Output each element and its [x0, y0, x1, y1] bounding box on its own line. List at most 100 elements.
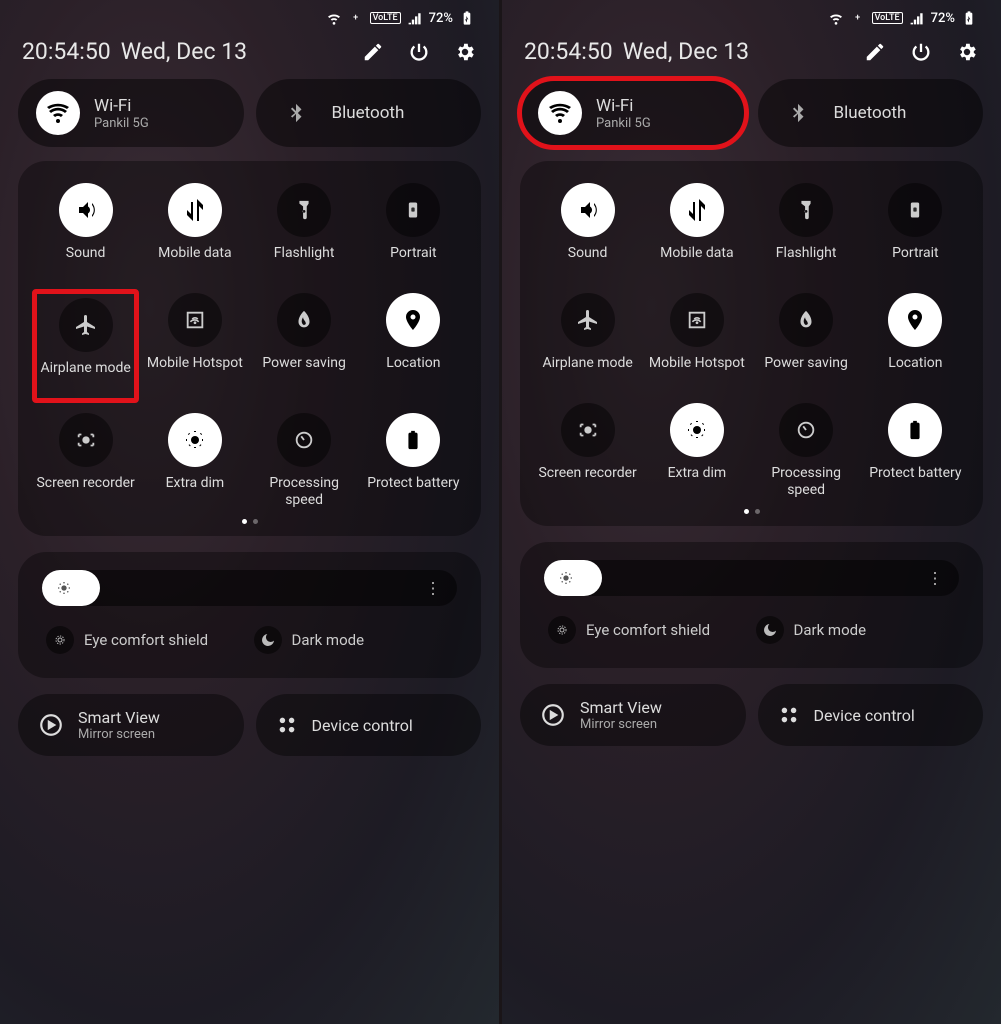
smart-view-button[interactable]: Smart View Mirror screen — [520, 684, 746, 746]
mobile-data-tile[interactable]: Mobile data — [645, 183, 748, 279]
screen-recorder-tile[interactable]: Screen recorder — [34, 413, 137, 509]
bluetooth-toggle[interactable]: Bluetooth — [758, 79, 984, 147]
eye-comfort-icon — [46, 626, 74, 654]
page-indicator — [34, 519, 465, 524]
device-control-title: Device control — [814, 706, 915, 725]
extra-dim-label: Extra dim — [166, 475, 225, 509]
protect-battery-tile[interactable]: Protect battery — [864, 403, 967, 499]
header-row: 20:54:50 Wed, Dec 13 — [22, 38, 477, 65]
power-icon[interactable] — [909, 40, 933, 64]
eye-comfort-toggle[interactable]: Eye comfort shield — [544, 610, 752, 650]
protect-battery-tile[interactable]: Protect battery — [362, 413, 465, 509]
flashlight-icon — [277, 183, 331, 237]
device-control-button[interactable]: Device control — [758, 684, 984, 746]
wifi-subtitle: Pankil 5G — [94, 116, 149, 131]
hotspot-label: Mobile Hotspot — [649, 355, 745, 389]
clock-date: Wed, Dec 13 — [121, 38, 361, 65]
airplane-mode-tile[interactable]: Airplane mode — [32, 289, 139, 403]
power-saving-icon — [779, 293, 833, 347]
smart-view-button[interactable]: Smart View Mirror screen — [18, 694, 244, 756]
extra-dim-icon — [168, 413, 222, 467]
wifi-status-icon — [828, 10, 844, 26]
portrait-tile[interactable]: Portrait — [864, 183, 967, 279]
edit-icon[interactable] — [361, 40, 385, 64]
flashlight-label: Flashlight — [274, 245, 335, 279]
bluetooth-toggle[interactable]: Bluetooth — [256, 79, 482, 147]
settings-icon[interactable] — [955, 40, 979, 64]
mobile-data-label: Mobile data — [660, 245, 733, 279]
extra-dim-tile[interactable]: Extra dim — [645, 403, 748, 499]
mobile-data-icon — [168, 183, 222, 237]
power-saving-label: Power saving — [764, 355, 847, 389]
eye-comfort-toggle[interactable]: Eye comfort shield — [42, 620, 250, 660]
eye-comfort-label: Eye comfort shield — [586, 621, 710, 639]
airplane-icon — [561, 293, 615, 347]
sound-icon — [59, 183, 113, 237]
power-saving-tile[interactable]: Power saving — [755, 293, 858, 389]
extra-dim-icon — [670, 403, 724, 457]
sound-icon — [561, 183, 615, 237]
screen-recorder-icon — [59, 413, 113, 467]
header-row: 20:54:50 Wed, Dec 13 — [524, 38, 979, 65]
status-bar: + VoLTE 72% — [520, 6, 983, 32]
hotspot-tile[interactable]: Mobile Hotspot — [143, 293, 246, 399]
flashlight-tile[interactable]: Flashlight — [755, 183, 858, 279]
location-icon — [888, 293, 942, 347]
power-saving-tile[interactable]: Power saving — [253, 293, 356, 399]
screen-recorder-label: Screen recorder — [36, 475, 134, 509]
airplane-mode-tile[interactable]: Airplane mode — [536, 293, 639, 389]
quick-settings-panel: + VoLTE 72% 20:54:50 Wed, Dec 13 Wi-Fi P… — [502, 0, 1001, 1024]
edit-icon[interactable] — [863, 40, 887, 64]
processing-speed-tile[interactable]: Processing speed — [253, 413, 356, 509]
status-bar: + VoLTE 72% — [18, 6, 481, 32]
battery-charging-icon — [961, 10, 977, 26]
bluetooth-icon — [776, 91, 820, 135]
sound-tile[interactable]: Sound — [34, 183, 137, 279]
hotspot-icon — [168, 293, 222, 347]
dark-mode-toggle[interactable]: Dark mode — [250, 620, 458, 660]
smart-view-sub: Mirror screen — [78, 727, 160, 742]
signal-icon — [407, 10, 423, 26]
sound-tile[interactable]: Sound — [536, 183, 639, 279]
extra-dim-tile[interactable]: Extra dim — [143, 413, 246, 509]
brightness-slider[interactable]: ⋮ — [42, 570, 457, 606]
signal-icon — [909, 10, 925, 26]
airplane-label: Airplane mode — [40, 360, 130, 394]
processing-speed-label: Processing speed — [755, 465, 858, 499]
wifi-toggle[interactable]: Wi-Fi Pankil 5G — [520, 79, 746, 147]
mobile-data-tile[interactable]: Mobile data — [143, 183, 246, 279]
wifi-toggle[interactable]: Wi-Fi Pankil 5G — [18, 79, 244, 147]
portrait-tile[interactable]: Portrait — [362, 183, 465, 279]
smart-view-icon — [38, 712, 64, 738]
mobile-data-icon — [670, 183, 724, 237]
wifi-plus-icon: + — [348, 10, 364, 26]
brightness-more-icon[interactable]: ⋮ — [425, 579, 443, 598]
bluetooth-title: Bluetooth — [834, 103, 907, 123]
portrait-icon — [888, 183, 942, 237]
brightness-card: ⋮ Eye comfort shield Dark mode — [18, 552, 481, 678]
mobile-data-label: Mobile data — [158, 245, 231, 279]
power-icon[interactable] — [407, 40, 431, 64]
processing-speed-tile[interactable]: Processing speed — [755, 403, 858, 499]
device-control-title: Device control — [312, 716, 413, 735]
clock-time: 20:54:50 — [524, 38, 613, 65]
hotspot-tile[interactable]: Mobile Hotspot — [645, 293, 748, 389]
screen-recorder-tile[interactable]: Screen recorder — [536, 403, 639, 499]
location-tile[interactable]: Location — [864, 293, 967, 389]
wifi-icon — [36, 91, 80, 135]
protect-battery-label: Protect battery — [367, 475, 459, 509]
flashlight-label: Flashlight — [776, 245, 837, 279]
eye-comfort-label: Eye comfort shield — [84, 631, 208, 649]
dark-mode-toggle[interactable]: Dark mode — [752, 610, 960, 650]
brightness-more-icon[interactable]: ⋮ — [927, 569, 945, 588]
brightness-icon — [558, 570, 574, 586]
bluetooth-title: Bluetooth — [332, 103, 405, 123]
device-control-button[interactable]: Device control — [256, 694, 482, 756]
flashlight-tile[interactable]: Flashlight — [253, 183, 356, 279]
dark-mode-label: Dark mode — [292, 631, 365, 649]
hotspot-label: Mobile Hotspot — [147, 355, 243, 389]
brightness-slider[interactable]: ⋮ — [544, 560, 959, 596]
location-tile[interactable]: Location — [362, 293, 465, 399]
tiles-card: Sound Mobile data Flashlight Portrait Ai… — [520, 161, 983, 526]
settings-icon[interactable] — [453, 40, 477, 64]
